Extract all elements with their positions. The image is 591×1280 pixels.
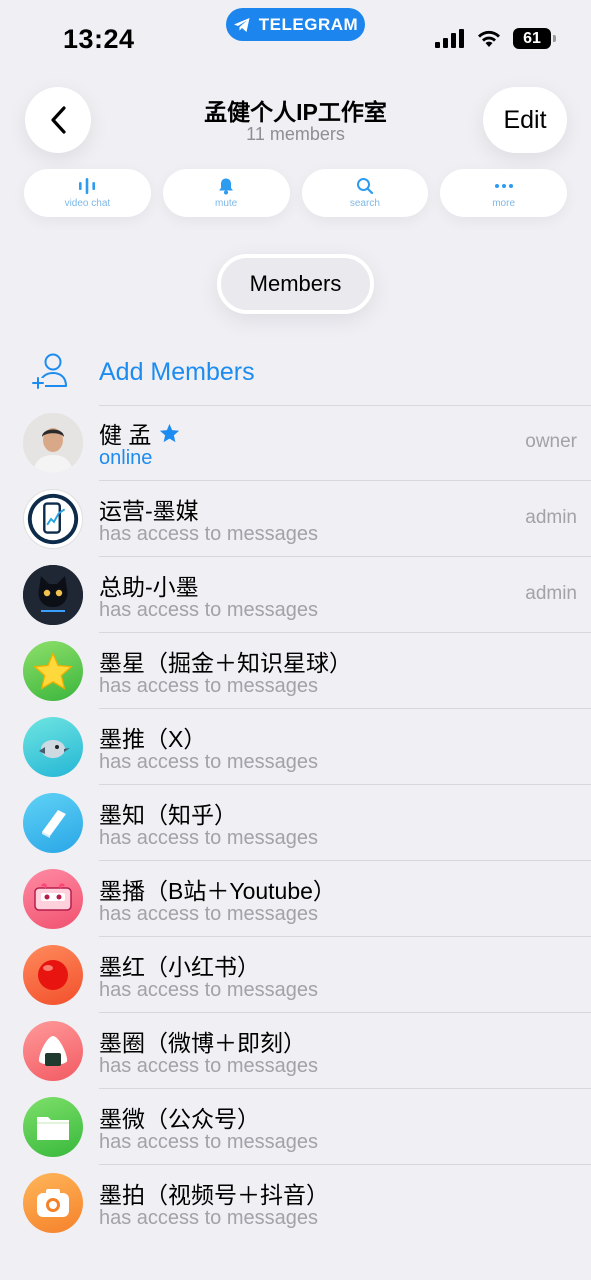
action-bar: video chat mute search more bbox=[24, 169, 567, 217]
bird-icon bbox=[39, 740, 70, 758]
mute-button[interactable]: mute bbox=[162, 169, 290, 217]
status-time: 13:24 bbox=[63, 24, 135, 54]
member-name-text: 墨红（小红书） bbox=[99, 954, 260, 980]
member-name: 墨星（掘金＋知识星球） bbox=[99, 644, 352, 678]
avatar bbox=[23, 1173, 83, 1233]
star-icon bbox=[160, 423, 180, 443]
member-name: 墨圈（微博＋即刻） bbox=[99, 1024, 306, 1058]
member-name-text: 墨推（X） bbox=[99, 726, 207, 752]
tab-members[interactable]: Members bbox=[217, 254, 374, 314]
member-status: has access to messages bbox=[99, 675, 318, 697]
member-name-text: 墨星（掘金＋知识星球） bbox=[99, 650, 352, 676]
member-row[interactable]: 运营-墨媒 has access to messages admin bbox=[0, 481, 591, 557]
member-status: has access to messages bbox=[99, 827, 318, 849]
member-role: admin bbox=[525, 507, 577, 528]
member-name: 健 孟 bbox=[99, 416, 180, 450]
bell-icon bbox=[219, 178, 234, 195]
member-name: 墨红（小红书） bbox=[99, 948, 260, 982]
book-icon bbox=[42, 810, 66, 838]
telegram-pill-label: TELEGRAM bbox=[258, 14, 359, 34]
member-name-text: 运营-墨媒 bbox=[99, 498, 199, 524]
member-name: 总助-小墨 bbox=[99, 568, 199, 602]
member-row[interactable]: 墨红（小红书） has access to messages bbox=[0, 937, 591, 1013]
waveform-icon bbox=[79, 178, 96, 194]
signal-icon bbox=[435, 29, 464, 48]
member-name-text: 墨播（B站＋Youtube） bbox=[99, 878, 336, 904]
avatar bbox=[23, 945, 83, 1005]
add-user-icon bbox=[31, 353, 67, 389]
member-row[interactable]: 墨知（知乎） has access to messages bbox=[0, 785, 591, 861]
avatar bbox=[23, 869, 83, 929]
black-cat-icon bbox=[23, 565, 83, 625]
status-bar: 13:24 TELEGRAM 61 bbox=[0, 0, 591, 70]
member-name: 墨知（知乎） bbox=[99, 796, 237, 830]
member-status: has access to messages bbox=[99, 1131, 318, 1153]
battery-indicator: 61 bbox=[513, 28, 556, 49]
member-row[interactable]: 墨圈（微博＋即刻） has access to messages bbox=[0, 1013, 591, 1089]
more-label: more bbox=[492, 198, 516, 209]
member-status: has access to messages bbox=[99, 523, 318, 545]
folder-icon bbox=[37, 1117, 69, 1140]
member-name: 墨拍（视频号＋抖音） bbox=[99, 1176, 329, 1210]
avatar bbox=[23, 565, 83, 625]
battery-level: 61 bbox=[523, 29, 541, 47]
member-name: 墨推（X） bbox=[99, 720, 206, 754]
telegram-plane-icon bbox=[233, 17, 250, 32]
member-role: admin bbox=[525, 583, 577, 604]
avatar bbox=[23, 1097, 83, 1157]
avatar bbox=[23, 793, 83, 853]
member-status: has access to messages bbox=[99, 751, 318, 773]
red-ball-icon bbox=[38, 960, 68, 990]
member-row[interactable]: 总助-小墨 has access to messages admin bbox=[0, 557, 591, 633]
add-members-row[interactable]: Add Members bbox=[0, 336, 591, 406]
more-button[interactable]: more bbox=[440, 169, 567, 217]
member-name: 墨微（公众号） bbox=[99, 1100, 260, 1134]
avatar bbox=[23, 717, 83, 777]
member-row[interactable]: 健 孟 online owner bbox=[0, 405, 591, 481]
phone-chart-icon bbox=[27, 493, 79, 545]
avatar bbox=[23, 641, 83, 701]
camera-icon bbox=[37, 1189, 69, 1217]
members-list: 健 孟 online owner 运营-墨媒 has access to mes… bbox=[0, 405, 591, 1241]
member-row[interactable]: 墨微（公众号） has access to messages bbox=[0, 1089, 591, 1165]
person-photo-icon bbox=[23, 413, 83, 473]
member-status: has access to messages bbox=[99, 979, 318, 1001]
member-name-text: 总助-小墨 bbox=[99, 574, 199, 600]
avatar bbox=[23, 1021, 83, 1081]
video-chat-label: video chat bbox=[64, 198, 111, 209]
member-row[interactable]: 墨星（掘金＋知识星球） has access to messages bbox=[0, 633, 591, 709]
member-name: 墨播（B站＋Youtube） bbox=[99, 872, 336, 906]
onigiri-icon bbox=[38, 1036, 68, 1066]
member-name: 运营-墨媒 bbox=[99, 492, 199, 526]
member-row[interactable]: 墨播（B站＋Youtube） has access to messages bbox=[0, 861, 591, 937]
search-label: search bbox=[349, 198, 380, 209]
search-button[interactable]: search bbox=[301, 169, 429, 217]
status-icons: 61 bbox=[435, 28, 556, 49]
star-emoji-icon bbox=[33, 651, 73, 690]
edit-button[interactable]: Edit bbox=[483, 87, 567, 153]
member-status: has access to messages bbox=[99, 599, 318, 621]
member-status: online bbox=[99, 447, 153, 469]
member-status: has access to messages bbox=[99, 903, 318, 925]
cassette-icon bbox=[34, 883, 72, 911]
avatar bbox=[23, 489, 83, 549]
search-icon bbox=[356, 178, 373, 195]
member-name-text: 墨知（知乎） bbox=[99, 802, 237, 828]
wifi-icon bbox=[478, 30, 500, 47]
member-role: owner bbox=[525, 431, 577, 452]
telegram-pill[interactable]: TELEGRAM bbox=[226, 8, 365, 41]
member-name-text: 墨圈（微博＋即刻） bbox=[99, 1030, 306, 1056]
member-status: has access to messages bbox=[99, 1055, 318, 1077]
more-icon bbox=[494, 184, 513, 188]
add-members-label: Add Members bbox=[99, 358, 255, 386]
member-name-text: 健 孟 bbox=[99, 422, 152, 448]
mute-label: mute bbox=[215, 198, 238, 209]
member-name-text: 墨拍（视频号＋抖音） bbox=[99, 1182, 329, 1208]
video-chat-button[interactable]: video chat bbox=[24, 169, 151, 217]
member-row[interactable]: 墨推（X） has access to messages bbox=[0, 709, 591, 785]
avatar bbox=[23, 413, 83, 473]
member-row[interactable]: 墨拍（视频号＋抖音） has access to messages bbox=[0, 1165, 591, 1241]
member-status: has access to messages bbox=[99, 1207, 318, 1229]
member-name-text: 墨微（公众号） bbox=[99, 1106, 260, 1132]
